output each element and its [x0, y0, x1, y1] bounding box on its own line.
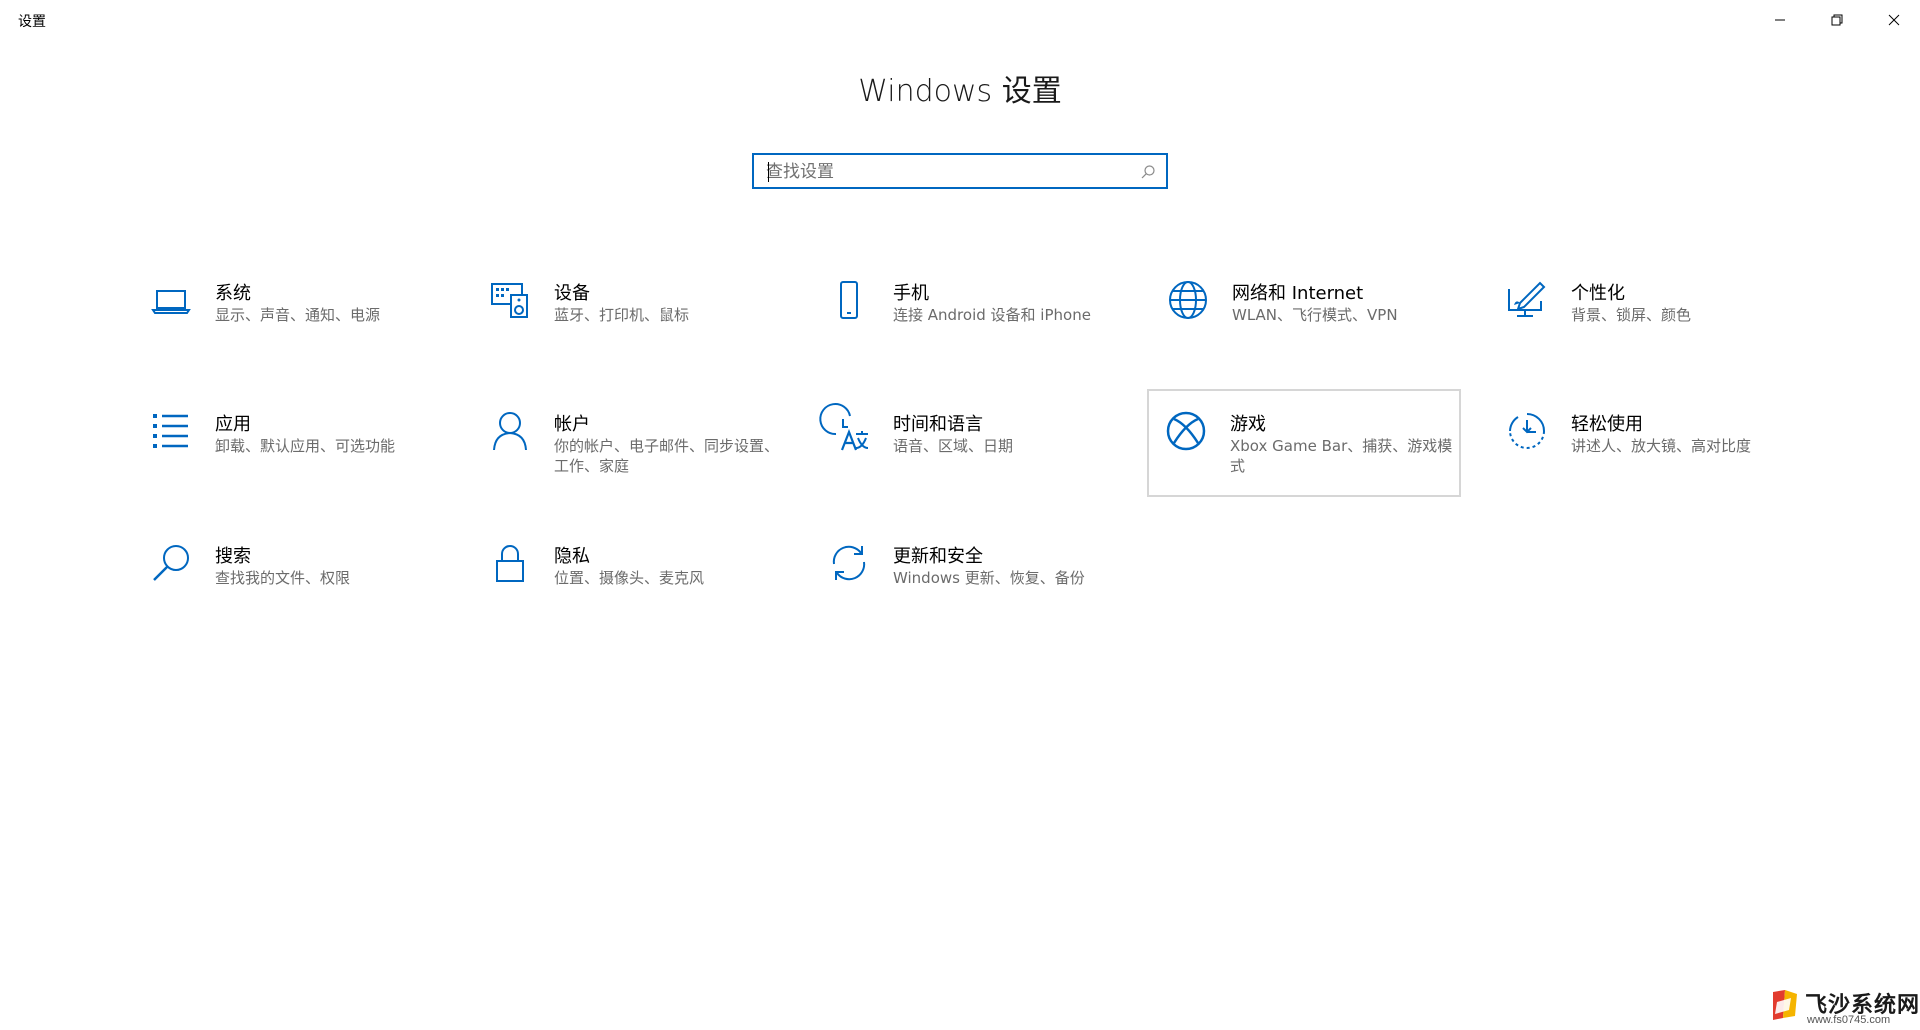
- tile-gaming[interactable]: 游戏 Xbox Game Bar、捕获、游戏模式: [1147, 389, 1461, 497]
- title-bar: 设置: [0, 0, 1920, 40]
- tile-label: 手机: [893, 283, 929, 304]
- tile-label: 网络和 Internet: [1232, 283, 1364, 304]
- tile-system[interactable]: 系统 显示、声音、通知、电源: [132, 263, 446, 371]
- tile-personalization[interactable]: 个性化 背景、锁屏、颜色: [1488, 263, 1802, 371]
- tile-label: 个性化: [1571, 283, 1625, 304]
- tile-privacy[interactable]: 隐私 位置、摄像头、麦克风: [471, 526, 785, 634]
- tile-label: 设备: [554, 283, 590, 304]
- sync-icon: [826, 540, 872, 586]
- tile-description: 蓝牙、打印机、鼠标: [554, 306, 690, 324]
- tile-label: 系统: [215, 283, 251, 304]
- minimize-button[interactable]: [1751, 0, 1808, 40]
- restore-button[interactable]: [1808, 0, 1865, 40]
- tile-description: Windows 更新、恢复、备份: [893, 569, 1085, 587]
- tile-phone[interactable]: 手机 连接 Android 设备和 iPhone: [810, 263, 1124, 371]
- time-language-icon: [819, 403, 872, 454]
- search-input[interactable]: [764, 155, 1128, 189]
- watermark-url: www.fs0745.com: [1807, 1014, 1891, 1026]
- tile-network[interactable]: 网络和 Internet WLAN、飞行模式、VPN: [1149, 263, 1463, 371]
- phone-icon: [826, 277, 872, 323]
- pen-tablet-icon: [1504, 277, 1550, 323]
- window-title: 设置: [18, 14, 46, 30]
- tile-label: 搜索: [215, 546, 251, 567]
- ease-of-access-icon: [1504, 408, 1550, 454]
- person-icon: [487, 408, 533, 454]
- tile-label: 游戏: [1230, 414, 1266, 435]
- globe-icon: [1165, 277, 1211, 323]
- laptop-icon: [148, 277, 194, 323]
- search-box[interactable]: [752, 153, 1168, 189]
- tile-description: 位置、摄像头、麦克风: [554, 569, 705, 587]
- tile-description: 背景、锁屏、颜色: [1571, 306, 1692, 324]
- tile-description: 卸载、默认应用、可选功能: [215, 437, 396, 455]
- tile-devices[interactable]: 设备 蓝牙、打印机、鼠标: [471, 263, 785, 371]
- page-title: Windows 设置: [858, 74, 1062, 109]
- text-caret: [768, 162, 769, 182]
- tile-description: 你的帐户、电子邮件、同步设置、工作、家庭: [554, 437, 780, 475]
- tile-label: 应用: [215, 414, 251, 435]
- tile-label: 更新和安全: [893, 546, 983, 567]
- tile-label: 隐私: [554, 546, 590, 567]
- watermark-logo-icon: [1773, 990, 1797, 1020]
- tile-description: 讲述人、放大镜、高对比度: [1571, 437, 1752, 455]
- tile-label: 轻松使用: [1571, 414, 1643, 435]
- search-icon: [148, 540, 194, 586]
- tile-time-language[interactable]: 时间和语言 语音、区域、日期: [810, 394, 1124, 502]
- tile-ease-of-access[interactable]: 轻松使用 讲述人、放大镜、高对比度: [1488, 394, 1802, 502]
- lock-icon: [487, 540, 533, 586]
- keyboard-speaker-icon: [487, 277, 533, 323]
- search-icon[interactable]: [1140, 164, 1156, 180]
- tile-description: 语音、区域、日期: [893, 437, 1014, 455]
- tile-label: 帐户: [554, 414, 590, 435]
- watermark: 飞沙系统网 www.fs0745.com: [1771, 985, 1920, 1030]
- tile-description: WLAN、飞行模式、VPN: [1232, 306, 1398, 324]
- close-icon: [1888, 14, 1899, 26]
- tile-apps[interactable]: 应用 卸载、默认应用、可选功能: [132, 394, 446, 502]
- xbox-icon: [1163, 408, 1209, 454]
- tile-accounts[interactable]: 帐户 你的帐户、电子邮件、同步设置、工作、家庭: [471, 394, 785, 502]
- tile-description: 连接 Android 设备和 iPhone: [893, 306, 1091, 324]
- close-button[interactable]: [1865, 0, 1920, 40]
- apps-list-icon: [148, 408, 194, 454]
- tile-description: 显示、声音、通知、电源: [215, 306, 381, 324]
- tile-search[interactable]: 搜索 查找我的文件、权限: [132, 526, 446, 634]
- tile-description: 查找我的文件、权限: [215, 569, 351, 587]
- tile-description: Xbox Game Bar、捕获、游戏模式: [1230, 437, 1453, 475]
- minimize-icon: [1774, 19, 1785, 21]
- restore-icon: [1831, 14, 1842, 26]
- tile-label: 时间和语言: [893, 414, 983, 435]
- tile-update-security[interactable]: 更新和安全 Windows 更新、恢复、备份: [810, 526, 1124, 634]
